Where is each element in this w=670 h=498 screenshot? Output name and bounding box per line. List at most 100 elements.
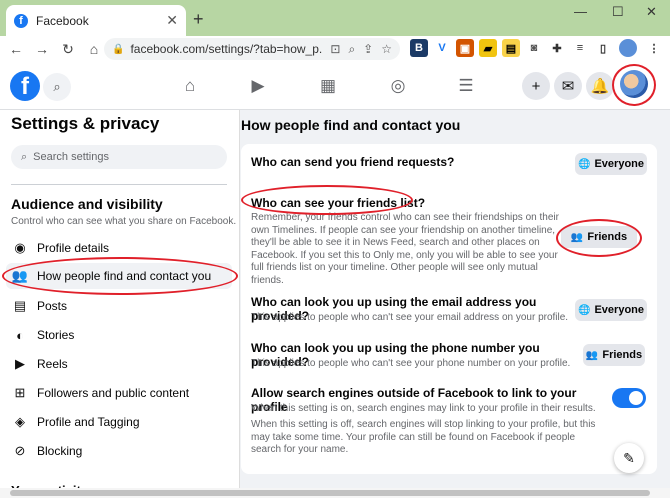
row-description: This applies to people who can't see you… — [251, 358, 571, 369]
browser-tab-strip: f Facebook ✕ + — ☐ ✕ — [0, 0, 670, 36]
horizontal-scrollbar[interactable] — [0, 488, 670, 498]
row-question: Who can see your friends list? — [251, 196, 426, 210]
toggle-knob — [629, 391, 643, 405]
row-description-secondary: When this setting is off, search engines… — [251, 419, 596, 455]
browser-toolbar: ← → ↻ ⌂ 🔒 facebook.com/settings/?tab=how… — [0, 36, 670, 62]
tab-close-icon[interactable]: ✕ — [166, 12, 178, 29]
facebook-search-icon[interactable]: ⌕ — [43, 73, 71, 101]
menu-icon[interactable]: ☰ — [454, 74, 478, 98]
friends-icon: 👥 — [585, 349, 599, 361]
sidebar-item-label: Stories — [37, 328, 75, 342]
lock-icon: 🔒 — [112, 43, 125, 55]
bookmark-star-icon[interactable]: ☆ — [381, 42, 392, 56]
friends-icon: 👥 — [570, 231, 584, 243]
browser-menu-icon[interactable]: ⋮ — [645, 39, 663, 57]
extension-v-icon[interactable]: V — [433, 39, 451, 57]
sidebar-item-followers[interactable]: ⊞ Followers and public content — [6, 380, 232, 406]
search-icon: ⌕ — [21, 150, 28, 163]
sidebar-item-posts[interactable]: ▤ Posts — [6, 293, 232, 319]
followers-icon: ⊞ — [14, 385, 26, 400]
sidebar-item-profile-details[interactable]: ◉ Profile details — [6, 235, 232, 261]
install-icon[interactable]: ⊡ — [330, 42, 340, 56]
sidebar-item-label: Blocking — [37, 444, 83, 458]
sidebar-item-reels[interactable]: ▶ Reels — [6, 351, 232, 377]
zoom-icon[interactable]: ⌕ — [348, 42, 355, 57]
phone-lookup-audience-button[interactable]: 👥 Friends — [583, 344, 645, 366]
create-icon[interactable]: + — [522, 72, 550, 100]
reload-icon[interactable]: ↻ — [56, 41, 80, 58]
messenger-icon[interactable]: ✉ — [554, 72, 582, 100]
window-close-icon[interactable]: ✕ — [646, 4, 657, 20]
profile-icon: ◉ — [14, 240, 26, 255]
sidebar-item-label: Reels — [37, 357, 68, 371]
facebook-logo-icon[interactable]: f — [10, 71, 40, 101]
row-description: This applies to people who can't see you… — [251, 312, 569, 323]
extension-camera-icon[interactable]: ◙ — [525, 39, 543, 57]
friend-requests-audience-button[interactable]: 🌐 Everyone — [575, 153, 647, 175]
row-question: Who can send you friend requests? — [251, 155, 455, 169]
extension-orange-icon[interactable]: ▣ — [456, 39, 474, 57]
settings-card: Who can send you friend requests? 🌐 Ever… — [241, 144, 657, 474]
extension-b-icon[interactable]: B — [410, 39, 428, 57]
sidebar-item-blocking[interactable]: ⊘ Blocking — [6, 438, 232, 464]
profile-avatar-icon[interactable] — [619, 39, 637, 57]
people-icon: 👥 — [11, 268, 29, 283]
groups-icon[interactable]: ◎ — [386, 74, 410, 98]
forward-icon[interactable]: → — [30, 41, 54, 57]
button-label: Everyone — [594, 304, 644, 316]
browser-tab[interactable]: f Facebook ✕ — [6, 5, 186, 36]
edit-compose-icon[interactable]: ✎ — [614, 443, 644, 473]
watch-icon[interactable]: ▶ — [246, 74, 270, 98]
button-label: Friends — [587, 231, 628, 243]
sidebar-item-how-people-find[interactable]: 👥 How people find and contact you — [6, 263, 232, 289]
sidebar-item-stories[interactable]: ◐ Stories — [6, 322, 232, 348]
friends-list-audience-button[interactable]: 👥 Friends — [561, 226, 637, 248]
tag-icon: ◈ — [15, 414, 25, 429]
sidebar-title: Settings & privacy — [11, 114, 160, 133]
share-icon[interactable]: ⇪ — [363, 42, 373, 56]
section-title: Audience and visibility — [11, 196, 163, 212]
scrollbar-thumb[interactable] — [10, 490, 650, 496]
home-icon[interactable]: ⌂ — [82, 41, 106, 57]
sidebar-item-label: Profile and Tagging — [37, 415, 140, 429]
url-text[interactable]: facebook.com/settings/?tab=how_p... — [130, 42, 322, 56]
settings-sidebar: Settings & privacy ⌕ Search settings Aud… — [0, 110, 240, 498]
side-panel-icon[interactable]: ▯ — [594, 39, 612, 57]
media-icon[interactable]: ≡ — [571, 39, 589, 57]
globe-icon: 🌐 — [578, 158, 591, 170]
row-description: Remember, your friends control who can s… — [251, 212, 559, 286]
new-tab-button[interactable]: + — [193, 9, 204, 30]
search-engines-toggle[interactable] — [612, 388, 646, 408]
email-lookup-audience-button[interactable]: 🌐 Everyone — [575, 299, 647, 321]
search-placeholder: Search settings — [33, 151, 109, 163]
minimize-icon[interactable]: — — [574, 4, 587, 19]
posts-icon: ▤ — [13, 298, 27, 313]
sidebar-divider — [11, 184, 227, 185]
tab-title: Facebook — [36, 13, 89, 28]
facebook-header: f ⌕ ⌂ ▶ ▦ ◎ ☰ + ✉ 🔔 — [0, 62, 670, 110]
marketplace-icon[interactable]: ▦ — [316, 74, 340, 98]
back-icon[interactable]: ← — [4, 41, 28, 57]
extension-yellow-icon[interactable]: ▰ — [479, 39, 497, 57]
block-icon: ⊘ — [14, 443, 26, 458]
page-title: How people find and contact you — [241, 117, 461, 133]
address-bar[interactable]: 🔒 facebook.com/settings/?tab=how_p... ⊡ … — [104, 38, 400, 60]
settings-search-input[interactable]: ⌕ Search settings — [11, 145, 227, 169]
facebook-favicon-icon: f — [14, 13, 28, 28]
account-avatar[interactable] — [620, 70, 648, 98]
extension-note-icon[interactable]: ▤ — [502, 39, 520, 57]
sidebar-item-profile-tagging[interactable]: ◈ Profile and Tagging — [6, 409, 232, 435]
extensions-puzzle-icon[interactable]: ✚ — [548, 39, 566, 57]
sidebar-item-label: Posts — [37, 299, 68, 313]
stories-icon: ◐ — [16, 327, 24, 343]
button-label: Everyone — [594, 158, 644, 170]
section-subtitle: Control who can see what you share on Fa… — [11, 216, 237, 227]
row-description: When this setting is on, search engines … — [251, 403, 596, 414]
reels-icon: ▶ — [15, 356, 25, 371]
home-icon[interactable]: ⌂ — [178, 74, 202, 98]
notifications-icon[interactable]: 🔔 — [586, 72, 614, 100]
sidebar-item-label: How people find and contact you — [37, 269, 212, 283]
sidebar-item-label: Profile details — [37, 241, 110, 255]
sidebar-item-label: Followers and public content — [37, 386, 190, 400]
maximize-icon[interactable]: ☐ — [612, 4, 624, 20]
